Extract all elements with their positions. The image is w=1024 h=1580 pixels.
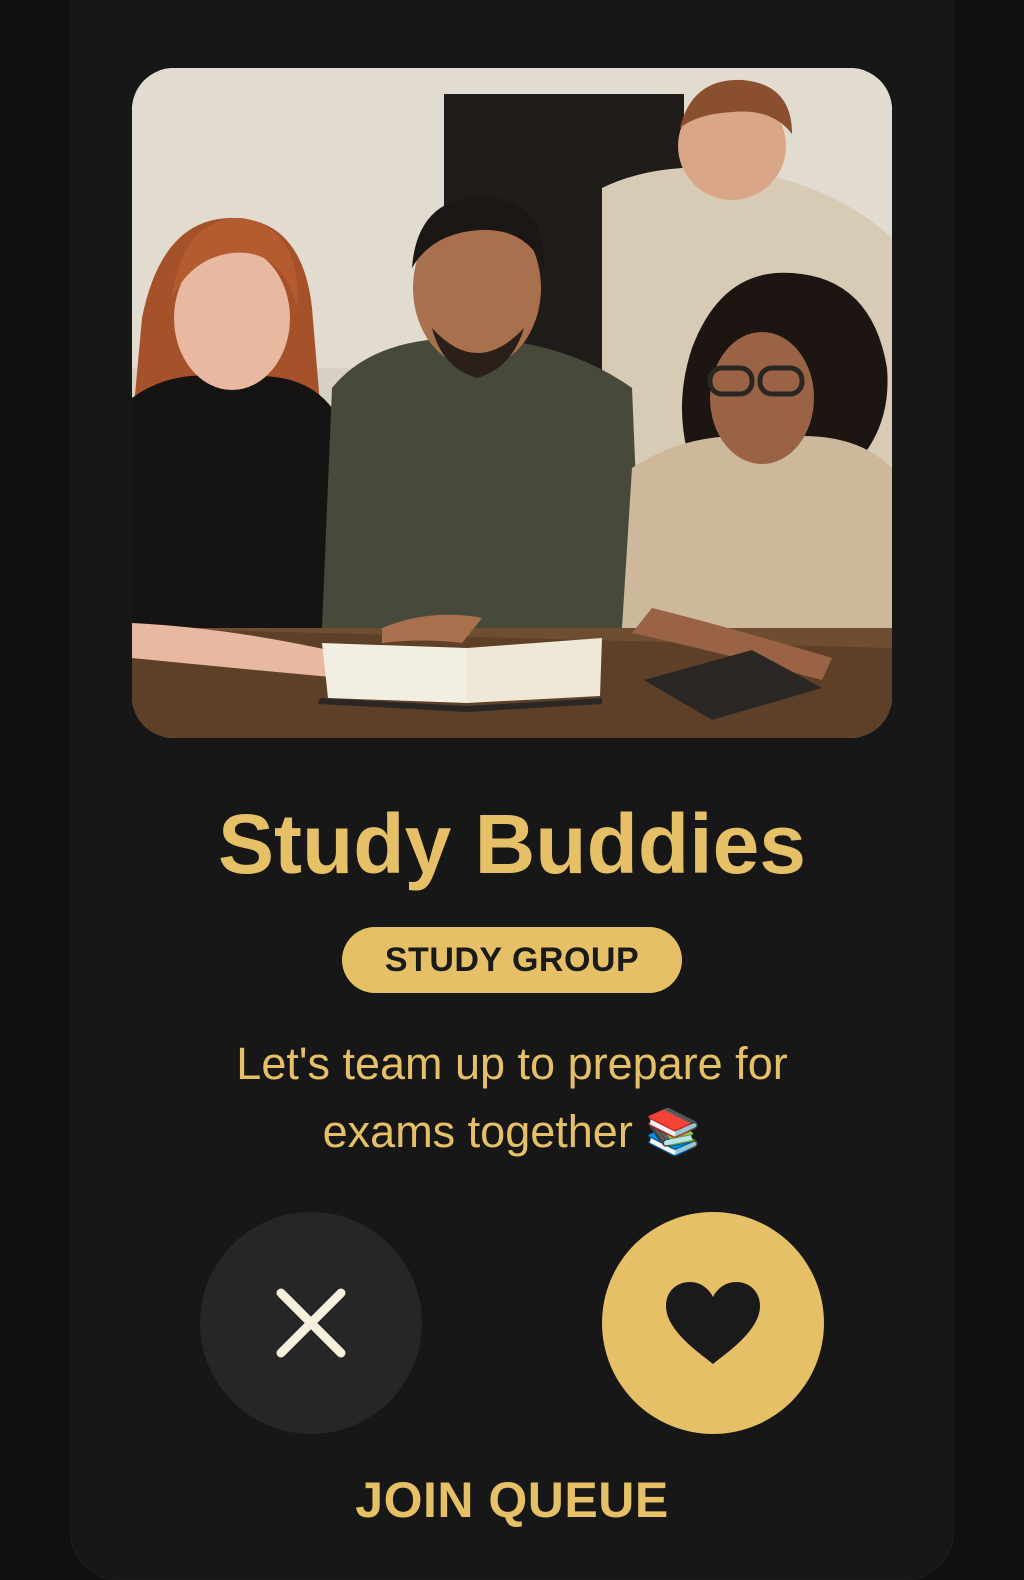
join-queue-button[interactable]: JOIN QUEUE bbox=[0, 1470, 1024, 1530]
like-button[interactable] bbox=[602, 1212, 824, 1434]
description-line-1: Let's team up to prepare for bbox=[236, 1038, 788, 1089]
heart-icon bbox=[666, 1282, 760, 1364]
group-photo-illustration bbox=[132, 68, 892, 738]
category-badge: STUDY GROUP bbox=[342, 927, 682, 993]
description-line-2: exams together 📚 bbox=[322, 1106, 702, 1157]
profile-photo bbox=[132, 68, 892, 738]
reject-button[interactable] bbox=[200, 1212, 422, 1434]
group-name: Study Buddies bbox=[217, 797, 807, 891]
close-icon bbox=[276, 1288, 346, 1358]
group-description: Let's team up to prepare for exams toget… bbox=[152, 1030, 872, 1166]
